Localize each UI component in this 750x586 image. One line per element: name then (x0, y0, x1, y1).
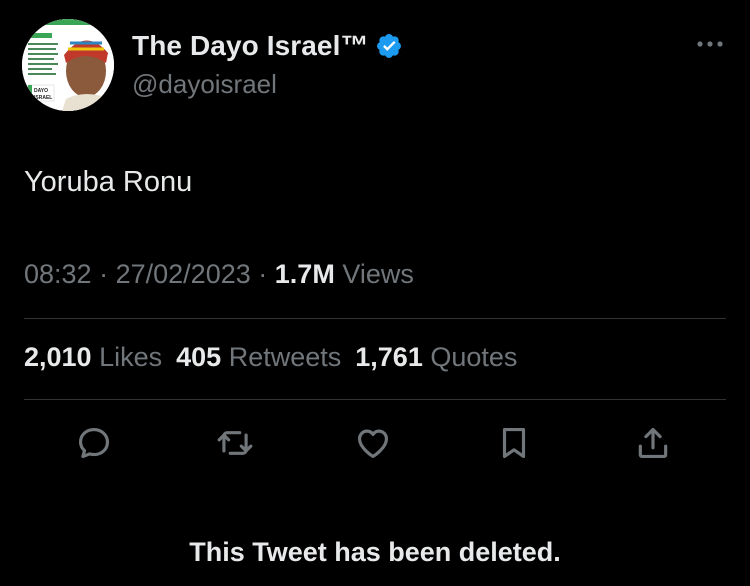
likes-stat[interactable]: 2,010 Likes (24, 342, 162, 372)
views-count: 1.7M (274, 259, 335, 289)
divider (24, 399, 726, 400)
deleted-notice: This Tweet has been deleted. (189, 537, 561, 567)
meta-separator: · (99, 259, 109, 289)
likes-label: Likes (99, 342, 163, 372)
like-icon[interactable] (354, 424, 392, 462)
retweets-stat[interactable]: 405 Retweets (176, 342, 341, 372)
retweets-count: 405 (176, 342, 222, 372)
quotes-stat[interactable]: 1,761 Quotes (355, 342, 517, 372)
quotes-count: 1,761 (355, 342, 423, 372)
quotes-label: Quotes (430, 342, 518, 372)
bookmark-icon[interactable] (495, 424, 533, 462)
avatar[interactable]: DAYO ISRAEL (22, 19, 114, 111)
verified-badge-icon (375, 32, 403, 60)
engagement-stats: 2,010 Likes 405 Retweets 1,761 Quotes (24, 342, 531, 373)
display-name[interactable]: The Dayo Israel™ (132, 30, 369, 62)
meta-separator: · (258, 259, 268, 289)
svg-text:DAYO: DAYO (34, 88, 48, 94)
divider (24, 318, 726, 319)
tweet-meta: 08:32 · 27/02/2023 · 1.7M Views (24, 259, 414, 290)
tweet-time[interactable]: 08:32 (24, 259, 92, 289)
tweet-date[interactable]: 27/02/2023 (116, 259, 251, 289)
avatar-image: DAYO ISRAEL (22, 19, 114, 111)
author-handle[interactable]: @dayoisrael (132, 69, 277, 100)
share-icon[interactable] (634, 424, 672, 462)
more-options-icon[interactable] (694, 34, 726, 54)
retweets-label: Retweets (228, 342, 342, 372)
author-name-row[interactable]: The Dayo Israel™ (132, 29, 403, 63)
retweet-icon[interactable] (216, 424, 254, 462)
reply-icon[interactable] (75, 424, 113, 462)
svg-text:ISRAEL: ISRAEL (34, 95, 52, 101)
views-label: Views (342, 259, 414, 289)
likes-count: 2,010 (24, 342, 92, 372)
tweet-text: Yoruba Ronu (24, 166, 193, 198)
